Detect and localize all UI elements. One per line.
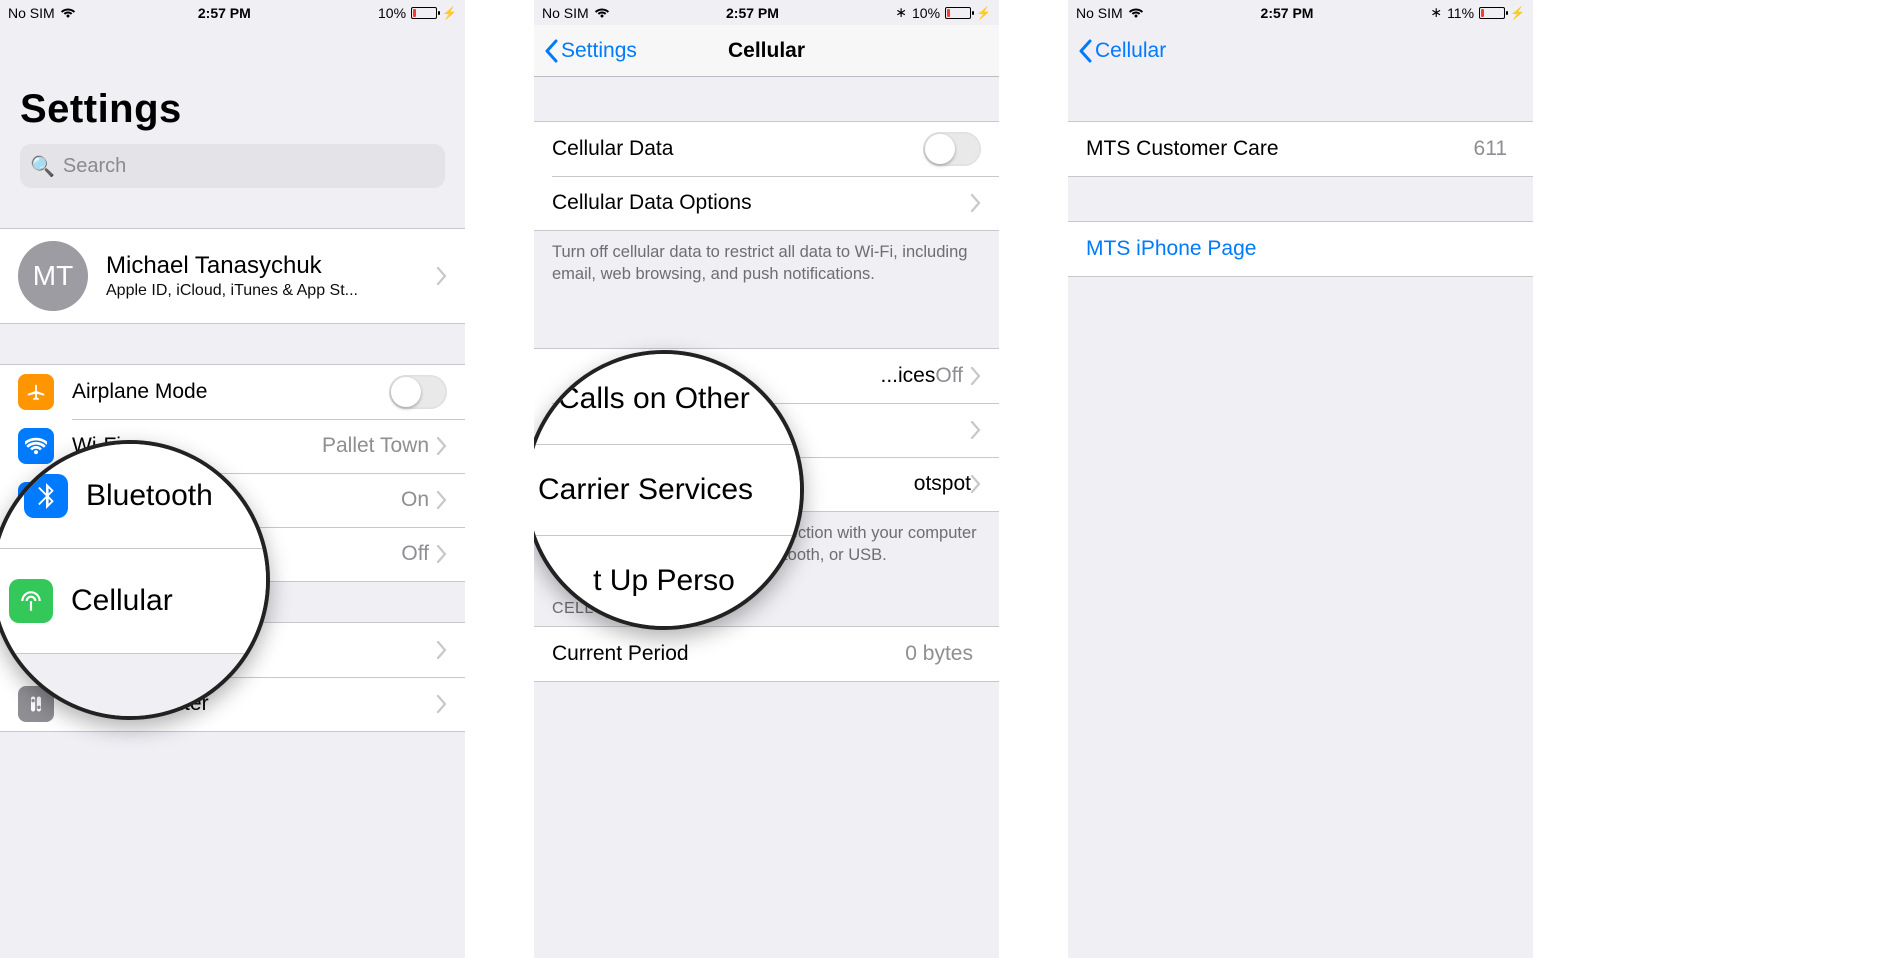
- mag-row-cellular: Cellular: [0, 549, 266, 654]
- wifi-icon: [594, 5, 610, 21]
- status-time: 2:57 PM: [198, 5, 251, 21]
- link-group: MTS iPhone Page: [1068, 221, 1533, 277]
- current-period-value: 0 bytes: [905, 642, 973, 666]
- iphone-page-label: MTS iPhone Page: [1086, 237, 1515, 261]
- mag-cellular-label: Cellular: [71, 584, 173, 618]
- chevron-right-icon: [971, 475, 981, 493]
- status-right: ∗ 10% ⚡: [373, 5, 457, 21]
- care-group: MTS Customer Care 611: [1068, 121, 1533, 177]
- bluetooth-icon: ∗: [1430, 4, 1442, 21]
- chevron-left-icon: [1078, 39, 1092, 63]
- nav-bar: Cellular: [1068, 25, 1533, 77]
- search-placeholder: Search: [63, 155, 126, 178]
- mag-row-bluetooth: Bluetooth: [0, 444, 266, 549]
- bluetooth-value: On: [401, 488, 429, 512]
- page-title: Settings: [20, 87, 445, 132]
- search-icon: 🔍: [30, 154, 55, 179]
- status-time: 2:57 PM: [1261, 5, 1314, 21]
- mag-bluetooth-label: Bluetooth: [86, 479, 213, 513]
- cellular-value: Off: [401, 542, 429, 566]
- current-period-label: Current Period: [552, 642, 905, 666]
- mag-hotspot-label: t Up Perso: [593, 564, 735, 598]
- battery-icon: [411, 7, 437, 19]
- usage-group: Current Period 0 bytes: [534, 626, 999, 682]
- wifi-icon: [60, 5, 76, 21]
- phone-cellular: No SIM 2:57 PM ∗ 10% ⚡ Settings Cellular C…: [534, 0, 999, 958]
- mag-calls-other-label: Calls on Other: [558, 382, 750, 416]
- cellular-data-cell[interactable]: Cellular Data: [534, 122, 999, 176]
- mag-row-calls-other: Calls on Other: [534, 354, 800, 445]
- phone-carrier-services: No SIM 2:57 PM ∗ 11% ⚡ Cellular MTS Custom…: [1068, 0, 1533, 958]
- battery-percent: 10%: [378, 5, 406, 21]
- status-bar: No SIM 2:57 PM ∗ 10% ⚡: [0, 0, 465, 25]
- nav-bar: Settings Cellular: [534, 25, 999, 77]
- back-label: Settings: [561, 39, 637, 63]
- cellular-data-options-label: Cellular Data Options: [552, 191, 971, 215]
- mag-carrier-services-label: Carrier Services: [538, 473, 753, 507]
- iphone-page-cell[interactable]: MTS iPhone Page: [1068, 222, 1533, 276]
- status-bar: No SIM 2:57 PM ∗ 10% ⚡: [534, 0, 999, 25]
- status-left: No SIM: [8, 5, 76, 21]
- back-label: Cellular: [1095, 39, 1166, 63]
- current-period-cell[interactable]: Current Period 0 bytes: [534, 627, 999, 681]
- account-services: Apple ID, iCloud, iTunes & App St...: [106, 282, 437, 300]
- chevron-right-icon: [437, 641, 447, 659]
- customer-care-cell[interactable]: MTS Customer Care 611: [1068, 122, 1533, 176]
- magnifier-callout: Calls on Other Carrier Services t Up Per…: [534, 350, 804, 630]
- wifi-icon: [1128, 5, 1144, 21]
- airplane-label: Airplane Mode: [72, 380, 389, 404]
- large-title-area: Settings 🔍 Search: [0, 25, 465, 198]
- mag-row-spacer: [0, 654, 266, 716]
- airplane-icon: [18, 374, 54, 410]
- cellular-data-options-cell[interactable]: Cellular Data Options: [534, 176, 999, 230]
- battery-percent: 11%: [1447, 5, 1474, 21]
- chevron-right-icon: [437, 437, 447, 455]
- cellular-data-label: Cellular Data: [552, 137, 923, 161]
- chevron-right-icon: [971, 367, 981, 385]
- wifi-value: Pallet Town: [322, 434, 429, 458]
- airplane-switch[interactable]: [389, 375, 447, 409]
- bluetooth-icon: ∗: [895, 4, 907, 21]
- chevron-left-icon: [544, 39, 558, 63]
- status-time: 2:57 PM: [726, 5, 779, 21]
- phone-settings: No SIM 2:57 PM ∗ 10% ⚡ Settings 🔍 Searc…: [0, 0, 465, 958]
- charging-icon: ⚡: [442, 6, 457, 20]
- account-group: MT Michael Tanasychuk Apple ID, iCloud, …: [0, 228, 465, 324]
- mag-row-carrier-services: Carrier Services: [534, 445, 800, 536]
- back-button[interactable]: Settings: [544, 39, 637, 63]
- search-input[interactable]: 🔍 Search: [20, 144, 445, 188]
- charging-icon: ⚡: [1510, 6, 1525, 20]
- airplane-mode-cell[interactable]: Airplane Mode: [0, 365, 465, 419]
- back-button[interactable]: Cellular: [1078, 39, 1166, 63]
- charging-icon: ⚡: [976, 6, 991, 20]
- chevron-right-icon: [437, 695, 447, 713]
- chevron-right-icon: [437, 267, 447, 285]
- cellular-icon: [9, 579, 53, 623]
- avatar: MT: [18, 241, 88, 311]
- chevron-right-icon: [971, 194, 981, 212]
- carrier-text: No SIM: [542, 5, 589, 21]
- battery-percent: 10%: [912, 5, 940, 21]
- calls-on-other-value: Off: [935, 364, 963, 388]
- battery-icon: [945, 7, 971, 19]
- chevron-right-icon: [437, 545, 447, 563]
- chevron-right-icon: [437, 491, 447, 509]
- chevron-right-icon: [971, 421, 981, 439]
- magnifier-callout: Bluetooth Cellular: [0, 440, 270, 720]
- data-group-footer: Turn off cellular data to restrict all d…: [534, 231, 999, 298]
- customer-care-label: MTS Customer Care: [1086, 137, 1474, 161]
- cellular-data-switch[interactable]: [923, 132, 981, 166]
- battery-icon: [1479, 7, 1505, 19]
- customer-care-value: 611: [1474, 137, 1507, 161]
- status-bar: No SIM 2:57 PM ∗ 11% ⚡: [1068, 0, 1533, 25]
- carrier-text: No SIM: [8, 5, 55, 21]
- account-name: Michael Tanasychuk: [106, 252, 437, 280]
- mag-row-hotspot: t Up Perso: [534, 536, 800, 626]
- apple-id-cell[interactable]: MT Michael Tanasychuk Apple ID, iCloud, …: [0, 229, 465, 323]
- carrier-text: No SIM: [1076, 5, 1123, 21]
- bluetooth-app-icon: [24, 474, 68, 518]
- data-group: Cellular Data Cellular Data Options: [534, 121, 999, 231]
